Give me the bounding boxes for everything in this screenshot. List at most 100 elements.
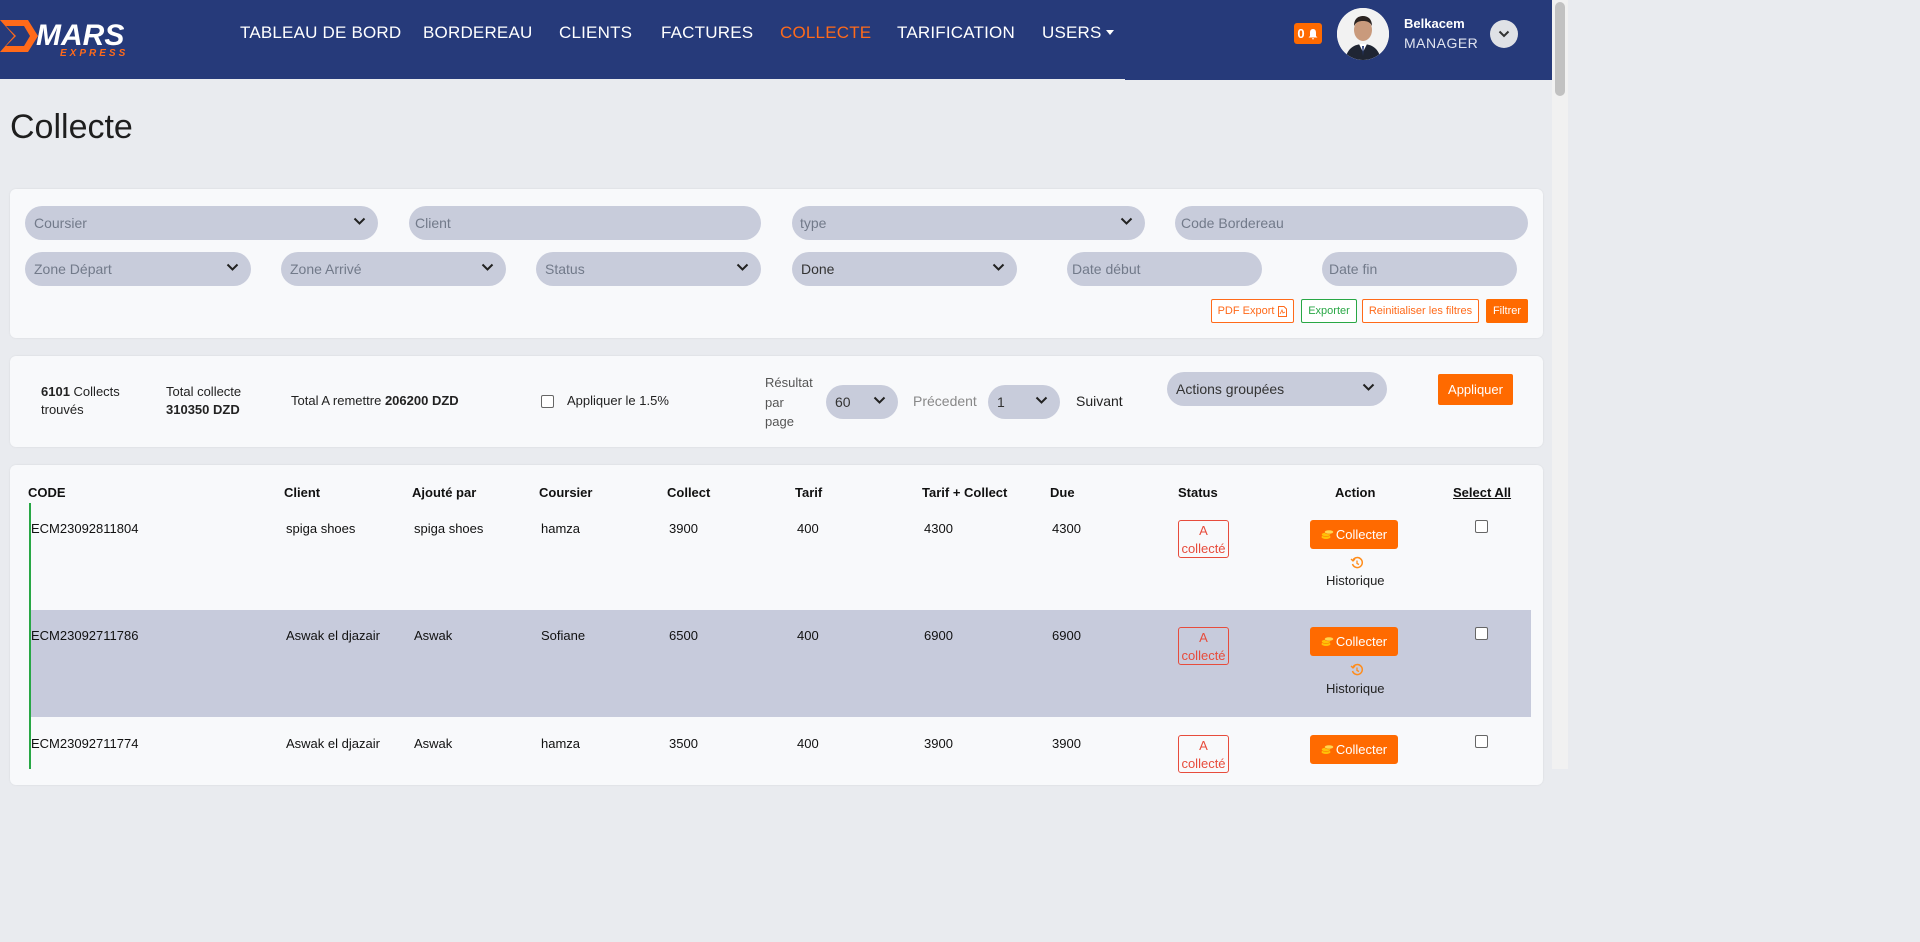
cell-code: ECM23092811804 <box>31 521 139 536</box>
chevron-down-icon <box>481 263 494 271</box>
user-photo <box>1337 8 1389 60</box>
status-select[interactable]: Status <box>536 252 761 286</box>
coursier-select[interactable]: Coursier <box>25 206 378 240</box>
cell-ajoute-par: Aswak <box>414 628 453 643</box>
notification-count: 0 <box>1297 26 1305 41</box>
apply-pct-checkbox[interactable] <box>541 395 554 408</box>
page-title: Collecte <box>10 108 133 146</box>
chevron-down-icon <box>736 263 749 271</box>
th-tarif-collect: Tarif + Collect <box>922 485 1008 500</box>
collecter-label: Collecter <box>1335 742 1388 757</box>
coins-icon <box>1321 744 1334 754</box>
done-select[interactable]: Done <box>792 252 1017 286</box>
date-debut-placeholder: Date début <box>1072 261 1141 277</box>
notifications-button[interactable]: 0 <box>1294 23 1322 44</box>
user-menu-toggle[interactable] <box>1490 20 1518 48</box>
pdf-export-button[interactable]: PDF Export <box>1211 299 1294 323</box>
nav-tableau-de-bord[interactable]: TABLEAU DE BORD <box>240 23 401 43</box>
code-bordereau-placeholder: Code Bordereau <box>1181 215 1284 231</box>
appliquer-button[interactable]: Appliquer <box>1438 374 1513 405</box>
total-remettre-label: Total A remettre <box>291 393 382 408</box>
date-debut-input[interactable]: Date début <box>1067 252 1262 286</box>
cell-due: 3900 <box>1052 736 1081 751</box>
table-row <box>29 717 1531 777</box>
collect-count-value: 6101 <box>41 384 70 399</box>
per-page-label-3: page <box>765 414 794 429</box>
historique-link[interactable]: Historique <box>1326 573 1385 588</box>
table-row <box>29 610 1531 717</box>
status-badge: Acollecté <box>1178 520 1229 558</box>
chevron-down-icon <box>992 263 1005 271</box>
collecter-label: Collecter <box>1335 527 1388 542</box>
nav-users-label: USERS <box>1042 23 1102 42</box>
row-select-checkbox[interactable] <box>1475 735 1488 748</box>
coursier-select-value: Coursier <box>34 215 87 231</box>
cell-coursier: hamza <box>541 521 581 536</box>
row-select-checkbox[interactable] <box>1475 520 1488 533</box>
mars-express-logo[interactable]: MARS EXPRESS <box>0 14 200 60</box>
nav-users-dropdown[interactable]: USERS <box>1042 23 1114 43</box>
exporter-button[interactable]: Exporter <box>1301 299 1357 323</box>
date-fin-input[interactable]: Date fin <box>1322 252 1517 286</box>
cell-code: ECM23092711774 <box>31 736 139 751</box>
total-remettre-value: 206200 DZD <box>384 393 459 408</box>
chevron-down-icon <box>226 263 239 271</box>
history-icon[interactable] <box>1350 663 1364 677</box>
bulk-actions-select[interactable]: Actions groupées <box>1167 372 1387 406</box>
nav-factures[interactable]: FACTURES <box>661 23 753 43</box>
date-fin-placeholder: Date fin <box>1329 261 1378 277</box>
status-badge: Acollecté <box>1178 627 1229 665</box>
status-badge-line-1: A <box>1199 523 1208 538</box>
per-page-label-2: par <box>765 394 784 410</box>
collecter-button[interactable]: Collecter <box>1310 735 1398 764</box>
suivant-button[interactable]: Suivant <box>1076 392 1123 410</box>
cell-tarif: 400 <box>797 628 819 643</box>
cell-tarif: 400 <box>797 736 819 751</box>
nav-collecte[interactable]: COLLECTE <box>780 23 871 43</box>
collect-count: 6101 Collects trouvés <box>41 383 120 419</box>
user-role: MANAGER <box>1404 35 1479 51</box>
cell-ajoute-par: Aswak <box>414 736 453 751</box>
per-page-select[interactable]: 60 <box>826 385 898 419</box>
historique-link[interactable]: Historique <box>1326 681 1385 696</box>
collecter-button[interactable]: Collecter <box>1310 520 1398 549</box>
apply-pct-label: Appliquer le 1.5% <box>567 393 669 408</box>
pdf-file-icon <box>1278 305 1288 317</box>
type-select[interactable]: type <box>792 206 1145 240</box>
nav-bordereau[interactable]: BORDEREAU <box>423 23 533 43</box>
top-navbar: MARS EXPRESS TABLEAU DE BORD BORDEREAU C… <box>0 0 1552 79</box>
page-select-value: 1 <box>997 394 1005 410</box>
filtrer-button[interactable]: Filtrer <box>1486 299 1528 323</box>
collecter-label: Collecter <box>1335 634 1388 649</box>
chevron-down-icon <box>1035 396 1048 404</box>
page-scrollbar[interactable] <box>1552 0 1568 769</box>
zone-arrive-select[interactable]: Zone Arrivé <box>281 252 506 286</box>
total-a-remettre: Total A remettre 206200 DZD <box>291 392 459 410</box>
cell-client: Aswak el djazair <box>286 628 380 643</box>
zone-arrive-value: Zone Arrivé <box>290 261 362 277</box>
user-avatar[interactable] <box>1337 8 1389 60</box>
th-collect: Collect <box>667 485 711 500</box>
client-input[interactable]: Client <box>409 206 761 240</box>
coins-icon <box>1321 636 1334 646</box>
scrollbar-thumb[interactable] <box>1555 2 1565 96</box>
th-tarif: Tarif <box>795 485 823 500</box>
row-select-checkbox[interactable] <box>1475 627 1488 640</box>
precedent-button[interactable]: Précedent <box>913 392 977 410</box>
coins-icon <box>1321 529 1334 539</box>
th-coursier: Coursier <box>539 485 593 500</box>
reset-filters-button[interactable]: Reinitialiser les filtres <box>1362 299 1479 323</box>
nav-divider <box>1125 79 1552 80</box>
zone-depart-select[interactable]: Zone Départ <box>25 252 251 286</box>
select-all-link[interactable]: Select All <box>1453 485 1511 500</box>
page-select[interactable]: 1 <box>988 385 1060 419</box>
nav-clients[interactable]: CLIENTS <box>559 23 632 43</box>
code-bordereau-input[interactable]: Code Bordereau <box>1175 206 1528 240</box>
cell-tarif-collect: 6900 <box>924 628 953 643</box>
collecter-button[interactable]: Collecter <box>1310 627 1398 656</box>
status-badge-line-2: collecté <box>1181 756 1226 771</box>
cell-coursier: Sofiane <box>541 628 586 643</box>
history-icon[interactable] <box>1350 556 1364 570</box>
nav-tarification[interactable]: TARIFICATION <box>897 23 1015 43</box>
per-page-value: 60 <box>835 394 851 410</box>
